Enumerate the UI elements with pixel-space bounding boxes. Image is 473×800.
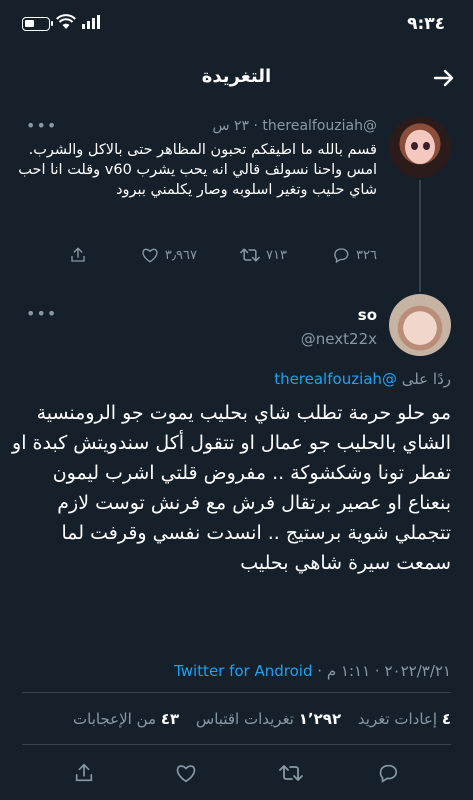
retweet-count: ٧١٣ bbox=[266, 247, 287, 263]
tweet-date: ٢٠٢٢/٣/٢١ bbox=[384, 662, 451, 680]
parent-tweet[interactable]: @therealfouziah · ٢٣ س ••• قسم بالله ما … bbox=[0, 112, 473, 282]
tweet-time: ١:١١ م bbox=[326, 662, 371, 680]
like-icon[interactable] bbox=[175, 762, 197, 784]
more-icon[interactable]: ••• bbox=[26, 116, 57, 135]
tweet-meta: ٢٠٢٢/٣/٢١ · ١:١١ م · Twitter for Android bbox=[174, 662, 451, 680]
retweet-icon[interactable] bbox=[279, 762, 303, 784]
tweet-meta: @therealfouziah · ٢٣ س bbox=[212, 118, 377, 134]
share-button[interactable] bbox=[69, 246, 87, 264]
tweet-time: ٢٣ س bbox=[212, 118, 250, 134]
tweet-stats: ٤ إعادات تغريد ١٬٢٩٢ تغريدات اقتباس ٤٣ م… bbox=[73, 710, 451, 728]
tweet-text: مو حلو حرمة تطلب شاي بحليب يموت جو الروم… bbox=[12, 402, 451, 574]
retweet-button[interactable]: ٧١٣ bbox=[240, 246, 287, 264]
header: التغريدة bbox=[0, 52, 473, 104]
reply-context: ردًا على @therealfouziah bbox=[274, 370, 451, 388]
thread-line bbox=[419, 180, 421, 292]
tweet-actions: ٣٢٦ ٧١٣ ٣٫٩٦٧ bbox=[67, 246, 377, 270]
meta-separator: · bbox=[374, 662, 380, 680]
reply-button[interactable]: ٣٢٦ bbox=[332, 246, 377, 264]
page-title: التغريدة bbox=[201, 66, 272, 87]
display-name[interactable]: so bbox=[358, 306, 377, 324]
signal-icon bbox=[82, 15, 100, 29]
tweet-handle[interactable]: @therealfouziah bbox=[262, 118, 377, 134]
more-icon[interactable]: ••• bbox=[26, 304, 57, 323]
like-icon bbox=[142, 248, 158, 263]
divider bbox=[22, 744, 451, 745]
like-button[interactable]: ٣٫٩٦٧ bbox=[141, 246, 197, 264]
retweets-stat[interactable]: ٤ إعادات تغريد bbox=[358, 710, 451, 728]
reply-count: ٣٢٦ bbox=[356, 247, 377, 263]
wifi-icon bbox=[56, 14, 76, 29]
status-bar: ٩:٣٤ bbox=[0, 0, 473, 48]
reply-icon[interactable] bbox=[377, 762, 399, 784]
retweet-icon bbox=[240, 248, 260, 262]
battery-icon bbox=[22, 17, 53, 31]
like-count: ٣٫٩٦٧ bbox=[164, 247, 197, 263]
reply-mention[interactable]: @therealfouziah bbox=[274, 370, 397, 388]
divider bbox=[22, 692, 451, 693]
tweet-actions bbox=[0, 762, 473, 790]
status-time: ٩:٣٤ bbox=[407, 14, 445, 34]
meta-separator: · bbox=[317, 662, 323, 680]
reply-icon bbox=[334, 248, 349, 263]
share-icon bbox=[71, 247, 85, 262]
reply-prefix: ردًا على bbox=[401, 370, 451, 388]
share-icon[interactable] bbox=[73, 762, 95, 784]
quotes-stat[interactable]: ١٬٢٩٢ تغريدات اقتباس bbox=[196, 710, 341, 728]
tweet-source[interactable]: Twitter for Android bbox=[174, 662, 312, 680]
back-arrow-icon[interactable] bbox=[433, 68, 455, 88]
tweet-handle[interactable]: @next22x bbox=[301, 330, 377, 348]
tweet-text: قسم بالله ما اطيقكم تحبون المظاهر حتى با… bbox=[18, 142, 377, 198]
avatar[interactable] bbox=[389, 294, 451, 356]
likes-stat[interactable]: ٤٣ من الإعجابات bbox=[73, 710, 179, 728]
avatar[interactable] bbox=[389, 116, 451, 178]
